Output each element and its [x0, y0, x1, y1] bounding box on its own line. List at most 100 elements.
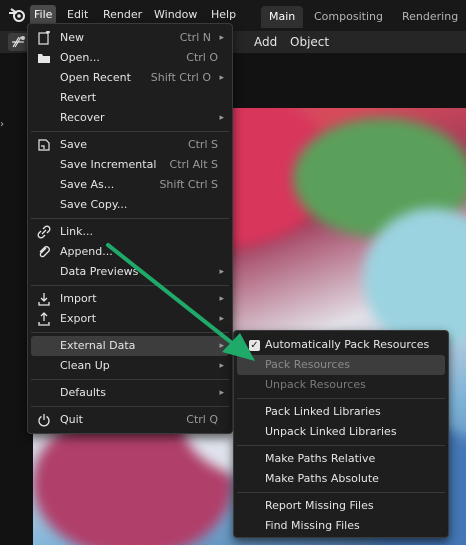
- menu-window[interactable]: Window: [150, 5, 201, 25]
- menu-label: Open...: [60, 51, 100, 64]
- submenu-arrow-icon: ▸: [219, 294, 224, 304]
- append-icon: [37, 245, 51, 259]
- menu-label: Report Missing Files: [265, 499, 374, 512]
- menu-item-make-paths-absolute[interactable]: Make Paths Absolute: [237, 469, 445, 489]
- file-menu-dropdown: New Ctrl N ▸ Open... Ctrl O Open Recent …: [27, 23, 233, 434]
- external-data-submenu: ✓ Automatically Pack Resources Pack Reso…: [233, 330, 449, 538]
- power-icon: [37, 413, 51, 427]
- menu-divider: [31, 131, 229, 132]
- menu-label: Make Paths Relative: [265, 452, 376, 465]
- menu-divider: [237, 445, 445, 446]
- menu-divider: [237, 492, 445, 493]
- tab-rendering[interactable]: Rendering: [394, 6, 466, 28]
- menu-label: Save Incremental: [60, 158, 157, 171]
- menu-item-data-previews[interactable]: Data Previews ▸: [31, 262, 229, 282]
- menu-label: Pack Resources: [265, 358, 350, 371]
- checkbox-checked-icon[interactable]: ✓: [249, 340, 260, 351]
- folder-icon: [37, 51, 51, 65]
- menu-label: Import: [60, 292, 97, 305]
- menu-edit[interactable]: Edit: [63, 5, 92, 25]
- menu-item-link[interactable]: Link...: [31, 222, 229, 242]
- menu-label: New: [60, 31, 84, 44]
- submenu-arrow-icon: ▸: [219, 341, 224, 351]
- tab-main[interactable]: Main: [261, 6, 304, 28]
- submenu-arrow-icon: ▸: [219, 73, 224, 83]
- menu-item-external-data[interactable]: External Data ▸: [31, 336, 229, 356]
- menu-label: Data Previews: [60, 265, 139, 278]
- menu-label: Open Recent: [60, 71, 131, 84]
- menu-item-revert[interactable]: Revert: [31, 88, 229, 108]
- menu-item-new[interactable]: New Ctrl N ▸: [31, 28, 229, 48]
- menu-divider: [31, 332, 229, 333]
- menu-label: External Data: [60, 339, 136, 352]
- import-icon: [37, 292, 51, 306]
- menu-shortcut: Ctrl Q: [186, 413, 218, 426]
- submenu-arrow-icon: ▸: [219, 33, 224, 43]
- menu-shortcut: Shift Ctrl O: [150, 71, 211, 84]
- menu-file[interactable]: File: [30, 5, 57, 25]
- menu-item-save-copy[interactable]: Save Copy...: [31, 195, 229, 215]
- menu-item-open[interactable]: Open... Ctrl O: [31, 48, 229, 68]
- menu-label: Unpack Resources: [265, 378, 366, 391]
- menu-item-defaults[interactable]: Defaults ▸: [31, 383, 229, 403]
- new-file-icon: [37, 30, 51, 45]
- menu-label: Defaults: [60, 386, 106, 399]
- menu-label: Pack Linked Libraries: [265, 405, 381, 418]
- menu-item-report-missing-files[interactable]: Report Missing Files: [237, 496, 445, 516]
- menu-label: Append...: [60, 245, 113, 258]
- submenu-arrow-icon: ▸: [219, 361, 224, 371]
- submenu-arrow-icon: ▸: [219, 267, 224, 277]
- header-add-menu[interactable]: Add: [254, 33, 277, 51]
- menu-shortcut: Ctrl Alt S: [169, 158, 218, 171]
- submenu-arrow-icon: ▸: [219, 113, 224, 123]
- menu-divider: [237, 398, 445, 399]
- menu-item-pack-linked-libraries[interactable]: Pack Linked Libraries: [237, 402, 445, 422]
- menu-item-quit[interactable]: Quit Ctrl Q: [31, 410, 229, 430]
- menu-shortcut: Ctrl S: [187, 138, 218, 151]
- save-icon: [37, 138, 51, 152]
- menu-label: Save Copy...: [60, 198, 128, 211]
- menu-item-unpack-resources[interactable]: Unpack Resources: [237, 375, 445, 395]
- menu-divider: [31, 218, 229, 219]
- menu-label: Clean Up: [60, 359, 110, 372]
- menu-label: Make Paths Absolute: [265, 472, 379, 485]
- submenu-arrow-icon: ▸: [219, 388, 224, 398]
- tab-compositing[interactable]: Compositing: [306, 6, 391, 28]
- menu-shortcut: Shift Ctrl S: [159, 178, 218, 191]
- menu-help[interactable]: Help: [207, 5, 240, 25]
- menu-label: Recover: [60, 111, 105, 124]
- menu-label: Unpack Linked Libraries: [265, 425, 397, 438]
- menu-divider: [31, 285, 229, 286]
- menu-shortcut: Ctrl N: [179, 31, 211, 44]
- menu-item-make-paths-relative[interactable]: Make Paths Relative: [237, 449, 445, 469]
- menu-item-recover[interactable]: Recover ▸: [31, 108, 229, 128]
- menu-item-clean-up[interactable]: Clean Up ▸: [31, 356, 229, 376]
- menu-label: Export: [60, 312, 97, 325]
- menu-item-open-recent[interactable]: Open Recent Shift Ctrl O ▸: [31, 68, 229, 88]
- menu-label: Revert: [60, 91, 97, 104]
- menu-label: Link...: [60, 225, 94, 238]
- menu-item-export[interactable]: Export ▸: [31, 309, 229, 329]
- menu-label: Find Missing Files: [265, 519, 360, 532]
- menu-item-find-missing-files[interactable]: Find Missing Files: [237, 516, 445, 536]
- menu-label: Save: [60, 138, 88, 151]
- menu-item-append[interactable]: Append...: [31, 242, 229, 262]
- menu-label: Quit: [60, 413, 83, 426]
- menu-item-pack-resources[interactable]: Pack Resources: [237, 355, 445, 375]
- blender-logo-icon[interactable]: [7, 6, 27, 24]
- menu-divider: [31, 379, 229, 380]
- menu-item-save[interactable]: Save Ctrl S: [31, 135, 229, 155]
- menu-item-save-as[interactable]: Save As... Shift Ctrl S: [31, 175, 229, 195]
- menu-item-import[interactable]: Import ▸: [31, 289, 229, 309]
- menu-item-unpack-linked-libraries[interactable]: Unpack Linked Libraries: [237, 422, 445, 442]
- menu-item-auto-pack-resources[interactable]: ✓ Automatically Pack Resources: [237, 335, 445, 355]
- menu-label: Automatically Pack Resources: [265, 338, 430, 351]
- menu-render[interactable]: Render: [99, 5, 146, 25]
- menu-label: Save As...: [60, 178, 115, 191]
- header-object-menu[interactable]: Object: [290, 33, 329, 51]
- link-icon: [37, 225, 51, 239]
- chevron-right-icon[interactable]: ›: [0, 119, 8, 131]
- menu-divider: [31, 406, 229, 407]
- submenu-arrow-icon: ▸: [219, 314, 224, 324]
- menu-item-save-incremental[interactable]: Save Incremental Ctrl Alt S: [31, 155, 229, 175]
